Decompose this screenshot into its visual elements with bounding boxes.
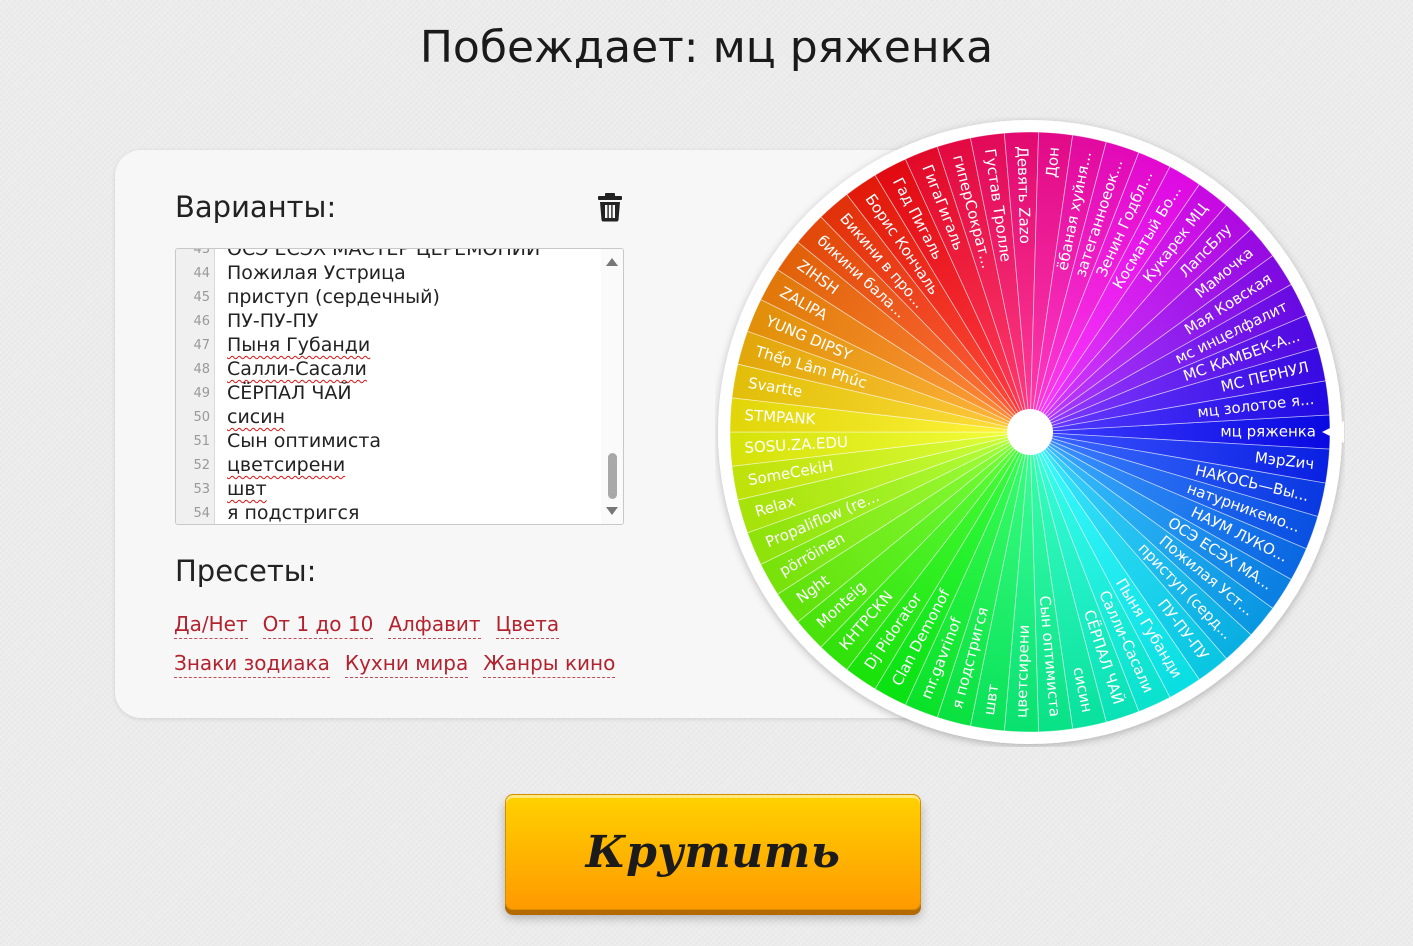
variant-text: швт	[227, 478, 267, 500]
variant-line[interactable]: 52 цветсирени	[176, 453, 596, 477]
variant-line[interactable]: 43 ОСЭ ЕСЭХ МАСТЕР ЦЕРЕМОНИИ	[176, 248, 596, 261]
winner-title: Побеждает: мц ряженка	[419, 22, 994, 73]
variant-text: СЁРПАЛ ЧАЙ	[227, 382, 352, 404]
variant-text: ОСЭ ЕСЭХ МАСТЕР ЦЕРЕМОНИИ	[227, 248, 541, 260]
line-number: 43	[193, 248, 210, 257]
line-number: 52	[193, 458, 210, 473]
line-number: 50	[193, 410, 210, 425]
scroll-down-arrow-icon[interactable]	[606, 507, 618, 515]
variant-line[interactable]: 54 я подстригся	[176, 501, 596, 524]
variant-text: приступ (сердечный)	[227, 286, 440, 308]
wheel-segment-label: Дон	[1042, 146, 1063, 178]
trash-icon[interactable]	[597, 192, 623, 222]
variant-line[interactable]: 47 Пыня Губанди	[176, 333, 596, 357]
editor-scrollbar[interactable]	[601, 249, 623, 524]
variant-line[interactable]: 51 Сын оптимиста	[176, 429, 596, 453]
line-number: 44	[193, 266, 210, 281]
variant-text: Сын оптимиста	[227, 430, 382, 452]
variant-text: я подстригся	[227, 502, 360, 524]
preset-link[interactable]: Алфавит	[388, 612, 481, 639]
line-number: 46	[193, 314, 210, 329]
preset-link[interactable]: Да/Нет	[174, 612, 248, 639]
preset-link[interactable]: Жанры кино	[483, 651, 616, 678]
wheel-segment-label: мц ряженка	[1220, 423, 1316, 441]
presets-list: Да/Нет От 1 до 10 Алфавит Цвета Знаки зодиак…	[174, 612, 634, 690]
variants-editor[interactable]: 43 ОСЭ ЕСЭХ МАСТЕР ЦЕРЕМОНИИ 44 Пожилая Уст…	[175, 248, 624, 525]
line-number: 45	[193, 290, 210, 305]
variant-line[interactable]: 53 швт	[176, 477, 596, 501]
preset-link[interactable]: Цвета	[495, 612, 560, 639]
scroll-up-arrow-icon[interactable]	[606, 258, 618, 266]
presets-label: Пресеты:	[175, 554, 317, 588]
line-number: 47	[193, 338, 210, 353]
variant-line[interactable]: 49 СЁРПАЛ ЧАЙ	[176, 381, 596, 405]
variant-line[interactable]: 50 сисин	[176, 405, 596, 429]
variant-text: сисин	[227, 406, 286, 428]
preset-link[interactable]: Кухни мира	[344, 651, 469, 678]
variant-text: Пожилая Устрица	[227, 262, 406, 284]
preset-link[interactable]: Знаки зодиака	[174, 651, 330, 678]
line-number: 53	[193, 482, 210, 497]
variant-text: Салли-Сасали	[227, 358, 367, 380]
preset-link[interactable]: От 1 до 10	[262, 612, 374, 639]
variant-line[interactable]: 46 ПУ-ПУ-ПУ	[176, 309, 596, 333]
fortune-wheel: мц ряженкаМэрZичНАКОСЬ—Вы...натурникемо.…	[718, 120, 1344, 744]
spin-button[interactable]: Крутить	[505, 794, 921, 910]
scrollbar-thumb[interactable]	[608, 453, 617, 499]
variant-text: ПУ-ПУ-ПУ	[227, 310, 319, 332]
variant-text: цветсирени	[227, 454, 346, 476]
line-number: 51	[193, 434, 210, 449]
variants-lines: 43 ОСЭ ЕСЭХ МАСТЕР ЦЕРЕМОНИИ 44 Пожилая Уст…	[176, 248, 596, 524]
line-number: 48	[193, 362, 210, 377]
variants-label: Варианты:	[175, 190, 337, 224]
spin-button-label: Крутить	[585, 826, 841, 878]
wheel-segment-label: Девять Zazo	[1013, 146, 1034, 244]
wheel-hub	[1007, 409, 1053, 455]
preset-row: Знаки зодиака Кухни мира Жанры кино	[174, 651, 634, 678]
variant-line[interactable]: 44 Пожилая Устрица	[176, 261, 596, 285]
wheel-segment-label: цветсирени	[1012, 624, 1033, 718]
preset-row: Да/Нет От 1 до 10 Алфавит Цвета	[174, 612, 634, 639]
line-number: 49	[193, 386, 210, 401]
variant-line[interactable]: 48 Салли-Сасали	[176, 357, 596, 381]
variant-line[interactable]: 45 приступ (сердечный)	[176, 285, 596, 309]
line-number: 54	[193, 506, 210, 521]
variant-text: Пыня Губанди	[227, 334, 371, 356]
